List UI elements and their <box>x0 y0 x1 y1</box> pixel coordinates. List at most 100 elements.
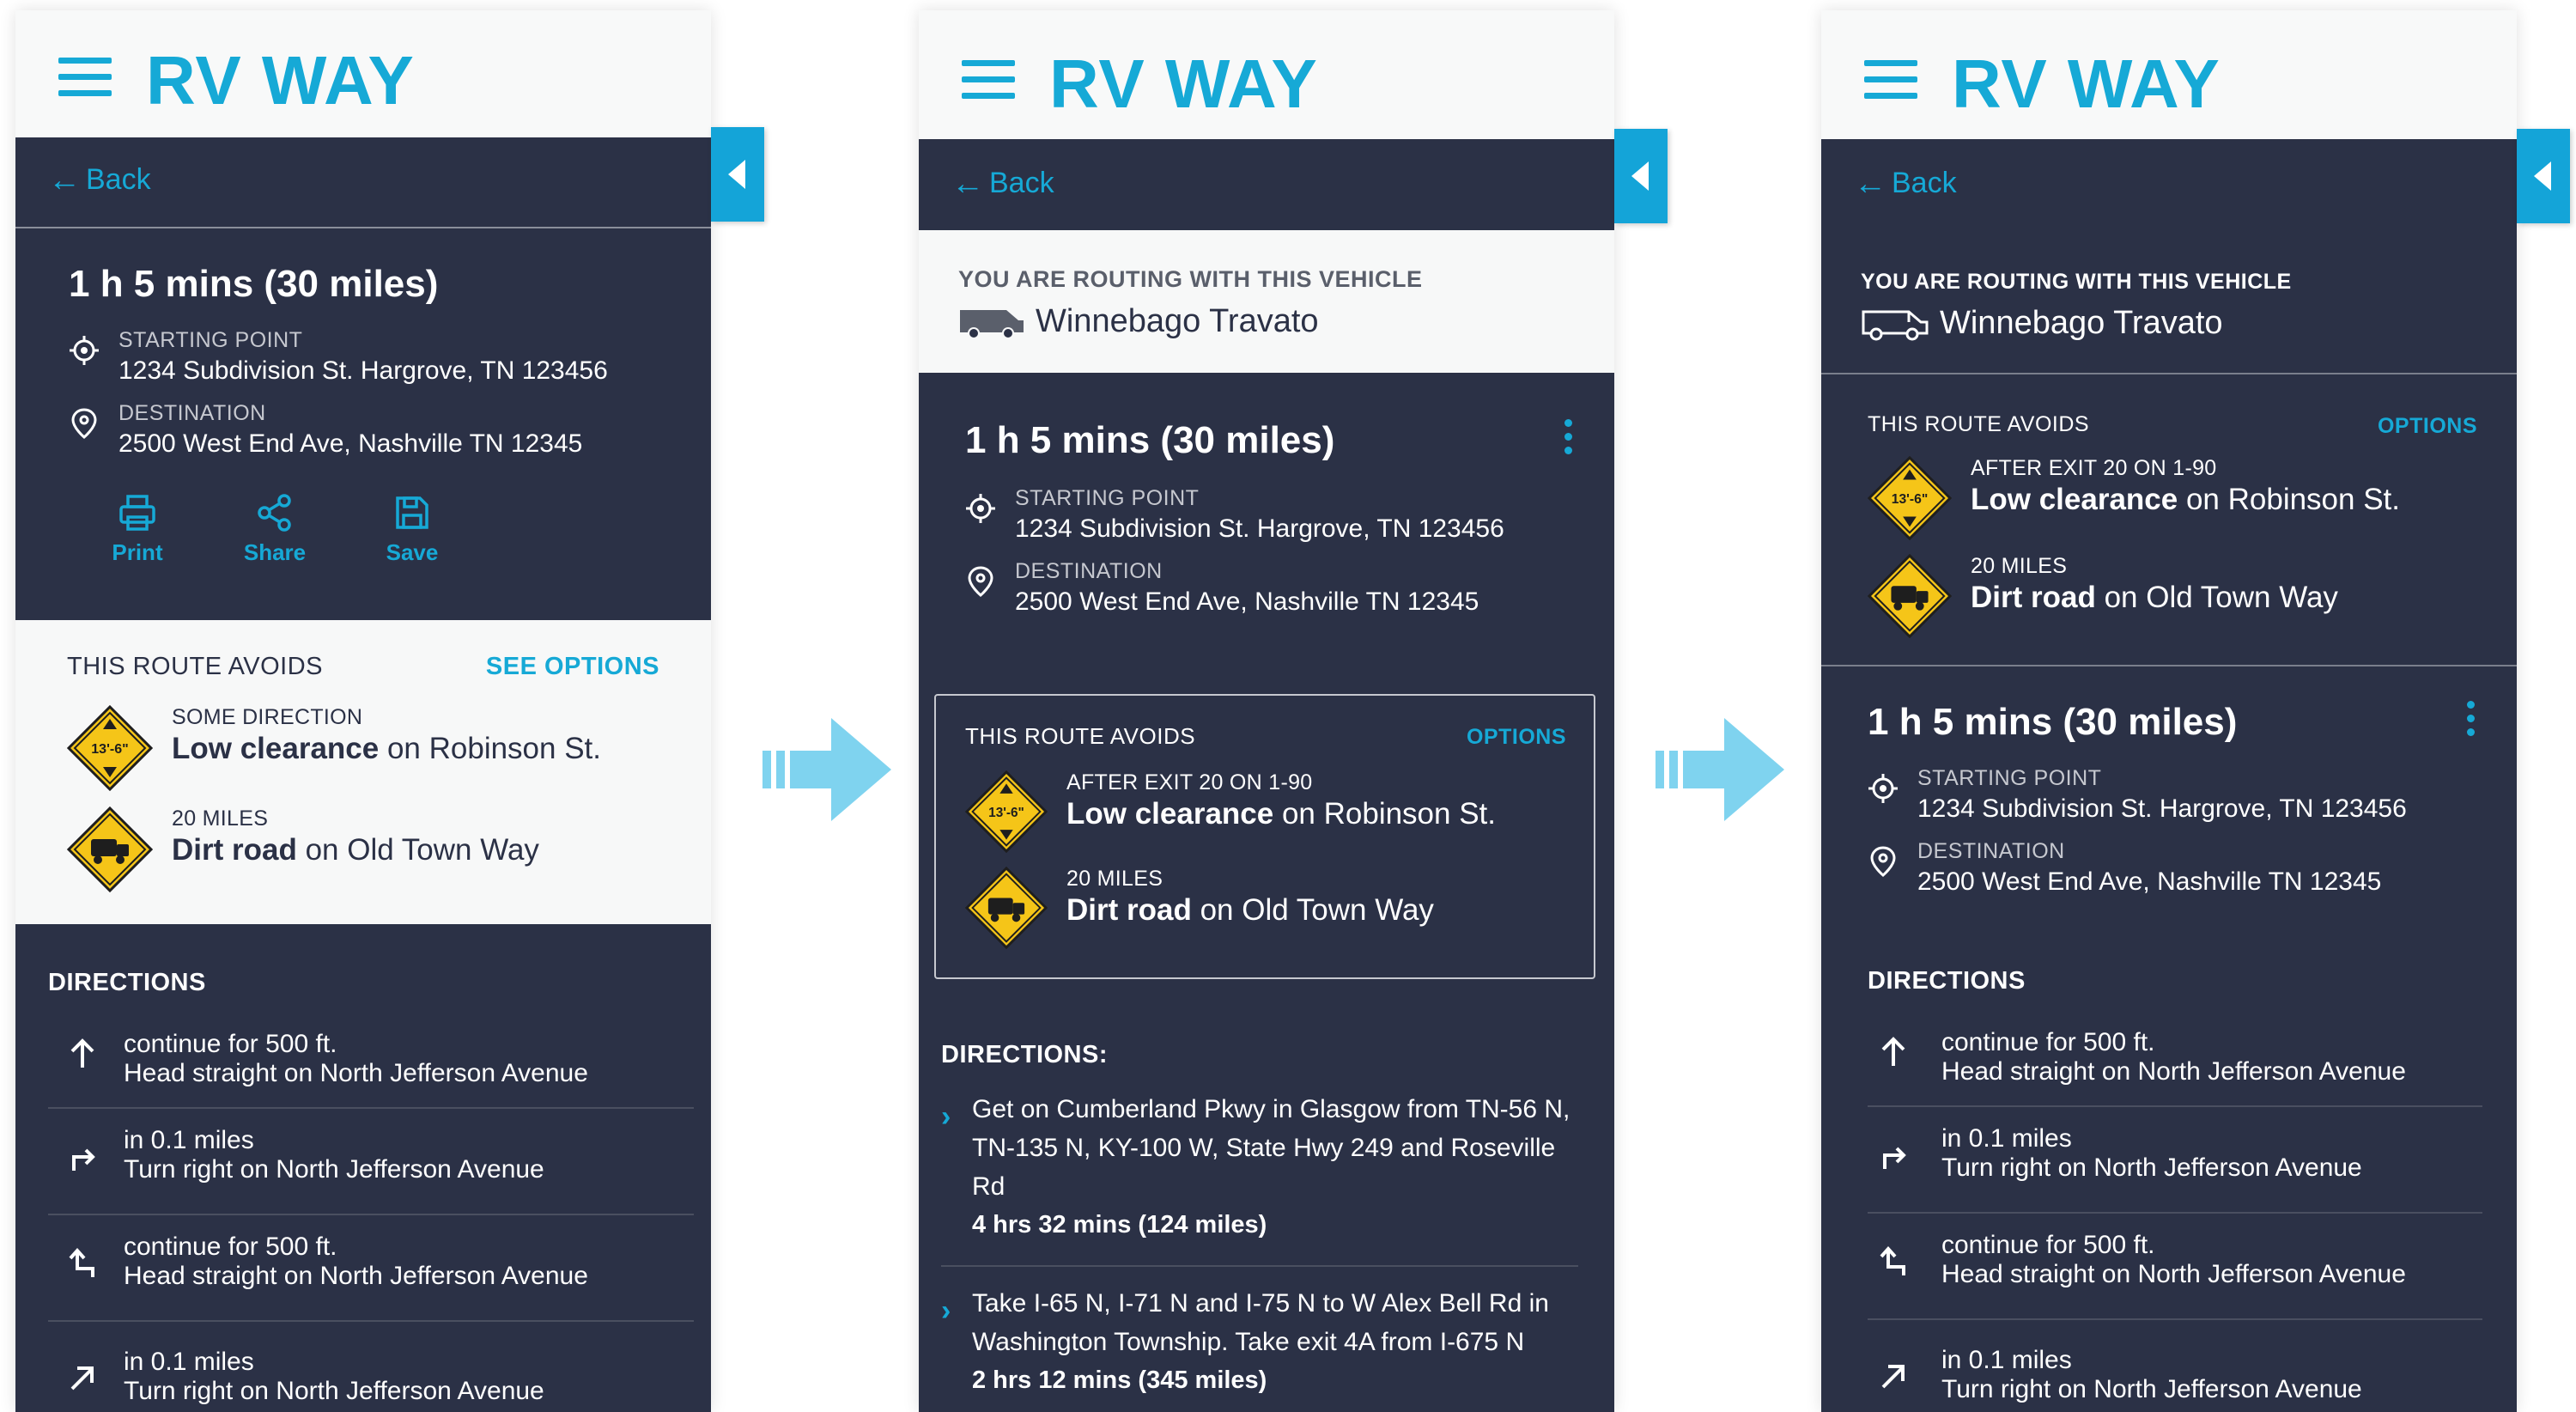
back-label: Back <box>1892 167 1957 199</box>
print-button[interactable]: Print <box>69 493 206 566</box>
share-label: Share <box>243 539 307 565</box>
hazard-main: Dirt road on Old Town Way <box>172 833 539 867</box>
direction-item[interactable]: › Get on Cumberland Pkwy in Glasgow from… <box>941 1090 1578 1267</box>
arrow-up-icon <box>70 1038 94 1068</box>
direction-item[interactable]: continue for 500 ft. Head straight on Nor… <box>1868 1011 2482 1107</box>
arrow-up-right-icon <box>1881 1365 1905 1389</box>
more-options-icon[interactable] <box>1564 419 1575 460</box>
destination: DESTINATION 2500 West End Ave, Nashville… <box>69 401 711 459</box>
back-arrow-icon: ← <box>1854 165 1886 202</box>
direction-item[interactable]: continue for 500 ft. Head straight on Nor… <box>48 1013 694 1109</box>
directions-section: DIRECTIONS continue for 500 ft. Head stra… <box>1821 967 2517 1412</box>
direction-instruction: Turn right on North Jefferson Avenue <box>1941 1375 2362 1403</box>
hazard-main: Low clearance on Robinson St. <box>172 732 602 765</box>
destination-label: DESTINATION <box>118 401 266 425</box>
menu-icon[interactable] <box>962 60 1015 100</box>
svg-text:13'-6": 13'-6" <box>91 742 128 757</box>
direction-instruction: Head straight on North Jefferson Avenue <box>124 1262 588 1290</box>
collapse-panel-tab[interactable] <box>1614 129 1668 223</box>
chevron-right-icon: › <box>941 1294 951 1327</box>
starting-point: STARTING POINT 1234 Subdivision St. Harg… <box>1868 766 2517 824</box>
direction-item[interactable]: in 0.1 miles Turn right on North Jefferso… <box>1868 1320 2482 1412</box>
direction-distance: in 0.1 miles <box>1941 1346 2072 1374</box>
more-options-icon[interactable] <box>2467 701 2477 742</box>
turn-left-up-icon <box>1880 1245 1905 1275</box>
svg-text:13'-6": 13'-6" <box>1892 492 1929 507</box>
pin-icon <box>1870 846 1896 877</box>
van-icon <box>960 309 1024 339</box>
app-header: RV WAY <box>919 10 1614 139</box>
target-icon <box>1868 774 1898 803</box>
back-button[interactable]: ← Back <box>1854 167 1957 200</box>
print-label: Print <box>112 539 163 565</box>
app-title: RV WAY <box>1049 46 1318 122</box>
route-summary: 1 h 5 mins (30 miles) STARTING POINT 123… <box>919 373 1614 694</box>
vehicle-row[interactable]: Winnebago Travato <box>958 303 1614 340</box>
route-avoids-panel: THIS ROUTE AVOIDS SEE OPTIONS 13'-6" SOM… <box>15 620 711 924</box>
back-button[interactable]: ← Back <box>951 167 1054 200</box>
arrow-up-icon <box>1881 1037 1905 1066</box>
direction-item[interactable]: › Take I-65 N, I-71 N and I-75 N to W Al… <box>941 1267 1578 1395</box>
direction-distance: continue for 500 ft. <box>124 1232 337 1261</box>
route-duration: 1 h 5 mins (30 miles) <box>965 419 1335 461</box>
direction-distance: continue for 500 ft. <box>1941 1028 2155 1056</box>
direction-instruction: Turn right on North Jefferson Avenue <box>124 1155 544 1184</box>
phone-screen-1: RV WAY ← Back 1 h 5 mins (30 miles) START… <box>15 10 711 1412</box>
vehicle-panel: YOU ARE ROUTING WITH THIS VEHICLE Winneb… <box>1821 230 2517 374</box>
starting-point-label: STARTING POINT <box>1917 766 2102 790</box>
options-link[interactable]: OPTIONS <box>1467 725 1566 750</box>
vehicle-label: YOU ARE ROUTING WITH THIS VEHICLE <box>958 266 1423 292</box>
hazard-sub: 20 MILES <box>1066 867 1163 891</box>
see-options-link[interactable]: SEE OPTIONS <box>486 653 659 681</box>
back-button[interactable]: ← Back <box>48 163 151 197</box>
direction-instruction: Take I-65 N, I-71 N and I-75 N to W Alex… <box>972 1289 1549 1356</box>
route-duration: 1 h 5 mins (30 miles) <box>69 263 439 305</box>
direction-item[interactable]: in 0.1 miles Turn right on North Jefferso… <box>48 1109 694 1215</box>
destination-value: 2500 West End Ave, Nashville TN 12345 <box>118 429 583 458</box>
share-icon <box>258 494 291 532</box>
vehicle-row[interactable]: Winnebago Travato <box>1861 305 2517 342</box>
back-bar: ← Back <box>15 137 711 228</box>
turn-right-icon <box>1883 1147 1906 1169</box>
app-title: RV WAY <box>1952 46 2221 122</box>
starting-point: STARTING POINT 1234 Subdivision St. Harg… <box>69 328 711 386</box>
app-header: RV WAY <box>1821 10 2517 139</box>
direction-distance: in 0.1 miles <box>1941 1124 2072 1153</box>
phone-screen-3: RV WAY ← Back YOU ARE ROUTING WITH THIS V… <box>1821 10 2517 1412</box>
destination-value: 2500 West End Ave, Nashville TN 12345 <box>1917 867 2382 896</box>
hazard-dirt-road: 20 MILES Dirt road on Old Town Way <box>1868 554 2517 640</box>
direction-time: 2 hrs 12 mins (345 miles) <box>972 1366 1267 1394</box>
print-icon <box>119 495 155 531</box>
direction-instruction: Head straight on North Jefferson Avenue <box>1941 1260 2406 1288</box>
route-actions: Print Share Save <box>69 493 711 566</box>
destination-value: 2500 West End Ave, Nashville TN 12345 <box>1015 587 1479 616</box>
direction-distance: in 0.1 miles <box>124 1126 254 1154</box>
starting-point-label: STARTING POINT <box>118 328 303 352</box>
arrow-up-right-icon <box>70 1366 94 1391</box>
direction-item[interactable]: in 0.1 miles Turn right on North Jefferso… <box>1868 1107 2482 1214</box>
direction-instruction: Turn right on North Jefferson Avenue <box>1941 1153 2362 1182</box>
turn-left-up-icon <box>69 1247 94 1277</box>
hazard-main: Low clearance on Robinson St. <box>1066 797 1497 831</box>
menu-icon[interactable] <box>1864 60 1917 100</box>
collapse-panel-tab[interactable] <box>711 127 764 222</box>
direction-item[interactable]: in 0.1 miles Turn right on North Jefferso… <box>48 1322 694 1412</box>
van-outline-icon <box>1862 310 1929 340</box>
collapse-panel-tab[interactable] <box>2517 129 2570 223</box>
directions-list: › Get on Cumberland Pkwy in Glasgow from… <box>941 1090 1578 1395</box>
share-button[interactable]: Share <box>206 493 343 566</box>
vehicle-name: Winnebago Travato <box>1036 303 1319 339</box>
menu-icon[interactable] <box>58 58 112 97</box>
options-link[interactable]: OPTIONS <box>2378 414 2477 439</box>
starting-point-value: 1234 Subdivision St. Hargrove, TN 123456 <box>1015 514 1504 543</box>
svg-text:13'-6": 13'-6" <box>988 806 1024 820</box>
route-duration: 1 h 5 mins (30 miles) <box>1868 701 2238 743</box>
hazard-main: Low clearance on Robinson St. <box>1971 483 2401 516</box>
direction-item[interactable]: continue for 500 ft. Head straight on Nor… <box>1868 1214 2482 1320</box>
target-icon <box>70 336 99 365</box>
pin-icon <box>71 408 97 439</box>
directions-heading: DIRECTIONS <box>1868 967 2026 995</box>
route-avoids-panel: THIS ROUTE AVOIDS OPTIONS 13'-6" AFTER E… <box>1821 374 2517 666</box>
save-button[interactable]: Save <box>343 493 481 566</box>
direction-item[interactable]: continue for 500 ft. Head straight on Nor… <box>48 1215 694 1322</box>
